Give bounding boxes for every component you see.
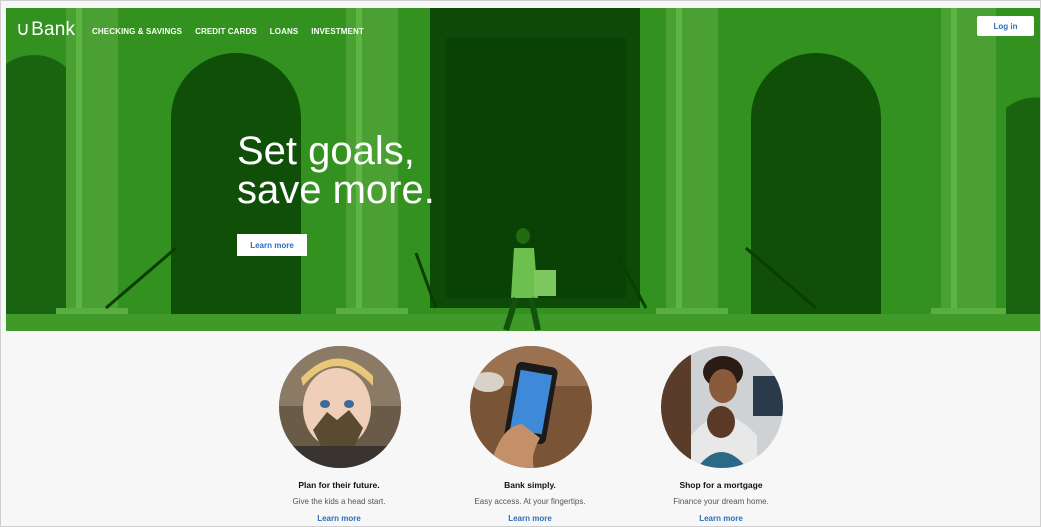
- card-learn-more-link[interactable]: Learn more: [621, 514, 821, 523]
- feature-cards: Plan for their future. Give the kids a h…: [0, 331, 1041, 527]
- login-button[interactable]: Log in: [977, 16, 1034, 36]
- card-subtitle: Easy access. At your fingertips.: [474, 497, 586, 506]
- card-learn-more-link[interactable]: Learn more: [239, 514, 439, 523]
- hero-headline-line2: save more.: [237, 168, 435, 212]
- logo-text: Bank: [31, 18, 76, 40]
- card-title: Plan for their future.: [298, 480, 380, 490]
- nav-checking-savings[interactable]: CHECKING & SAVINGS: [92, 27, 182, 36]
- nav-investment[interactable]: INVESTMENT: [311, 27, 364, 36]
- hero-headline-line1: Set goals,: [237, 129, 415, 173]
- hero-learn-more-button[interactable]: Learn more: [237, 234, 307, 256]
- phone-photo-art: [470, 346, 592, 468]
- child-with-leaf-photo[interactable]: [279, 346, 401, 468]
- child-photo-art: [279, 346, 401, 468]
- smiling-couple-photo[interactable]: [661, 346, 783, 468]
- card-title: Shop for a mortgage: [679, 480, 763, 490]
- top-navigation: ∪ Bank CHECKING & SAVINGS CREDIT CARDS L…: [6, 8, 1040, 48]
- nav-links: CHECKING & SAVINGS CREDIT CARDS LOANS IN…: [92, 27, 377, 36]
- nav-loans[interactable]: LOANS: [270, 27, 299, 36]
- logo-mark: ∪: [16, 19, 31, 40]
- hero-banner: ∪ Bank CHECKING & SAVINGS CREDIT CARDS L…: [6, 8, 1040, 331]
- hand-holding-phone-photo[interactable]: [470, 346, 592, 468]
- card-subtitle: Give the kids a head start.: [292, 497, 386, 506]
- card-title: Bank simply.: [504, 480, 556, 490]
- ubank-logo[interactable]: ∪ Bank: [16, 18, 75, 41]
- hero-background-photo: [6, 8, 1040, 331]
- hero-headline: Set goals, save more.: [237, 129, 497, 212]
- nav-credit-cards[interactable]: CREDIT CARDS: [195, 27, 257, 36]
- card-subtitle: Finance your dream home.: [673, 497, 769, 506]
- couple-photo-art: [661, 346, 783, 468]
- card-learn-more-link[interactable]: Learn more: [430, 514, 630, 523]
